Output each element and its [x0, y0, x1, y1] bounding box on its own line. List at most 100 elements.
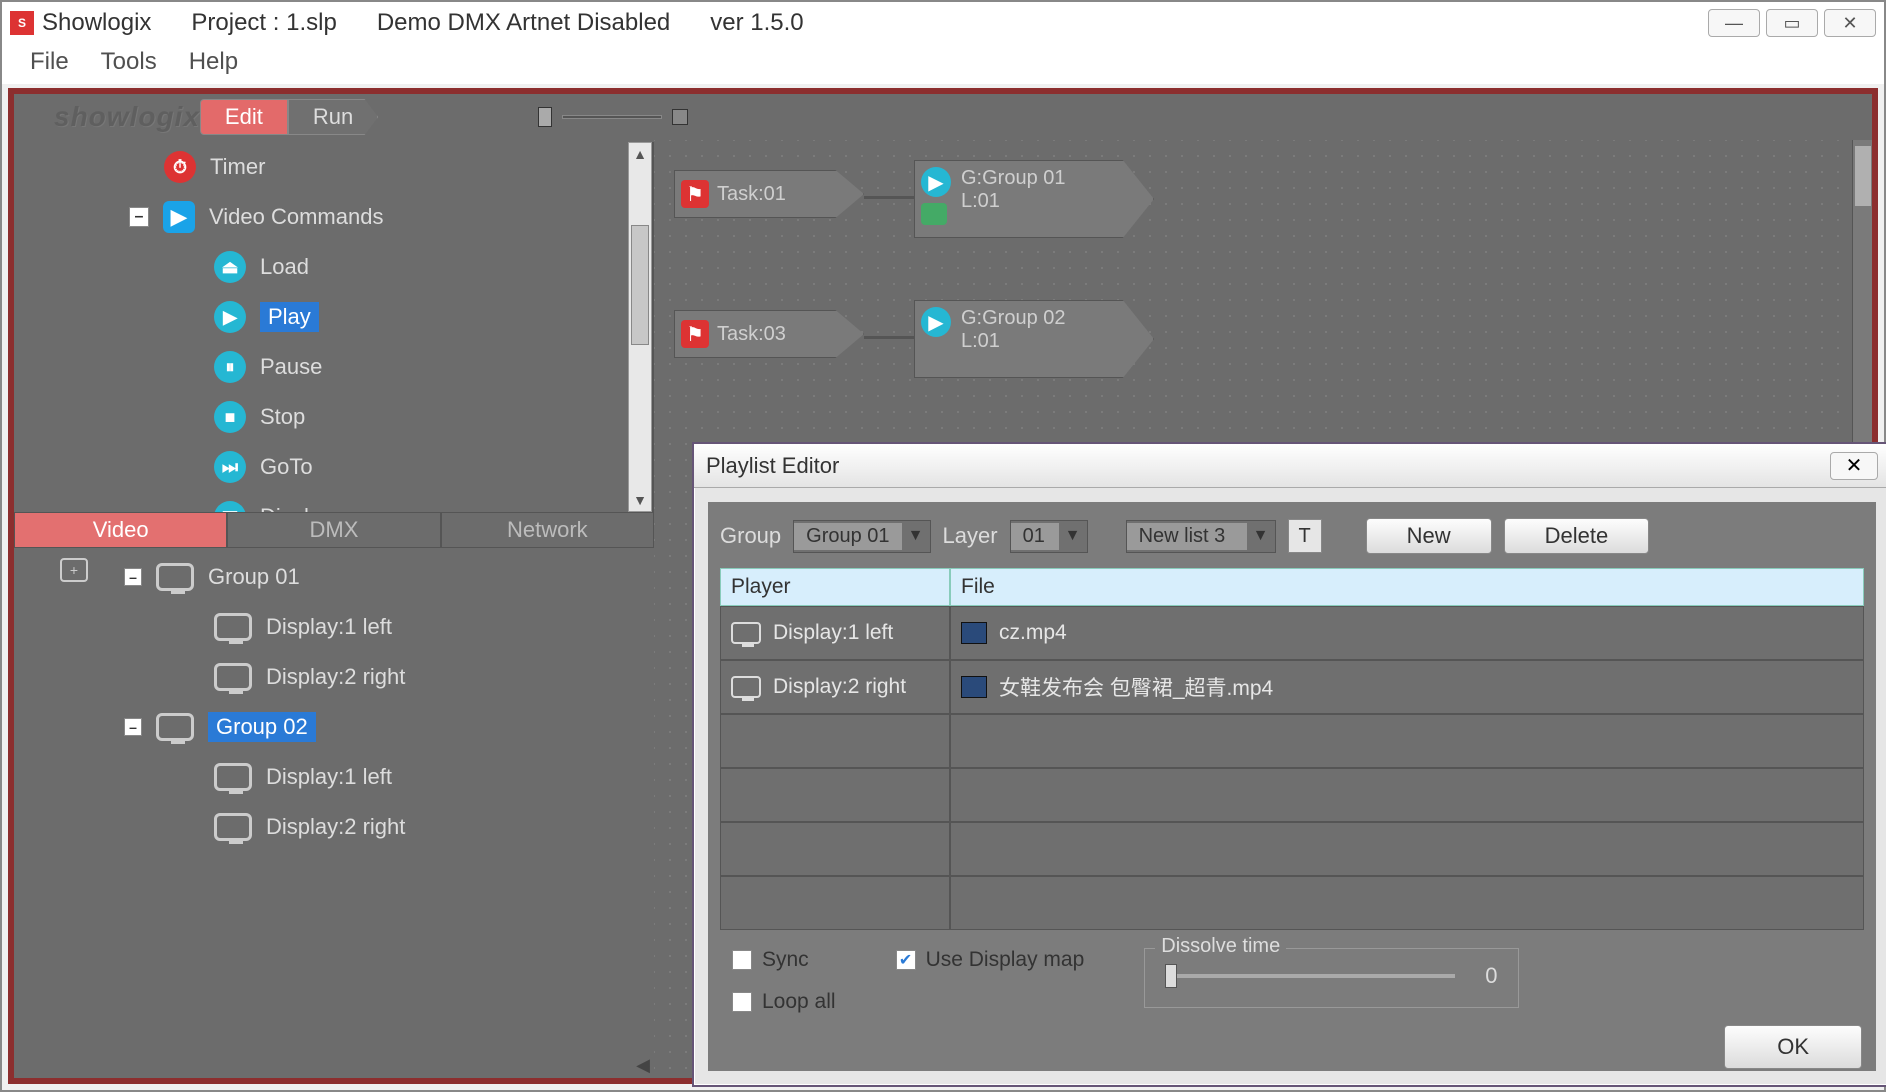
panel-collapse-icon[interactable]: ◀: [636, 1055, 650, 1076]
tab-network[interactable]: Network: [441, 512, 654, 548]
collapse-icon[interactable]: –: [124, 718, 142, 736]
scroll-down-icon[interactable]: ▼: [629, 489, 651, 511]
tree-pause-label: Pause: [260, 354, 322, 380]
tree-timer[interactable]: ⏱ Timer: [14, 142, 652, 192]
scroll-up-icon[interactable]: ▲: [629, 143, 651, 165]
table-row[interactable]: [720, 822, 1864, 876]
col-player-header[interactable]: Player: [720, 568, 950, 606]
play-icon: ▶: [214, 301, 246, 333]
group-02-display-1[interactable]: Display:1 left: [14, 752, 654, 802]
tab-dmx[interactable]: DMX: [227, 512, 440, 548]
table-row[interactable]: Display:2 right 女鞋发布会 包臀裙_超青.mp4: [720, 660, 1864, 714]
top-strip: showlogix Edit Run: [14, 94, 1872, 140]
title-project: Project : 1.slp: [191, 9, 336, 37]
group-02[interactable]: – Group 02: [14, 702, 654, 752]
tree-display-map[interactable]: ▦ Display map: [14, 492, 652, 512]
eject-icon: ⏏: [214, 251, 246, 283]
checkbox-icon: ✔: [896, 950, 916, 970]
table-row[interactable]: [720, 768, 1864, 822]
window-close-button[interactable]: ✕: [1824, 9, 1876, 37]
link: [864, 196, 914, 199]
monitor-icon: [214, 813, 252, 841]
group-01-display-1[interactable]: Display:1 left: [14, 602, 654, 652]
zoom-slider-track[interactable]: [562, 115, 662, 119]
tree-load[interactable]: ⏏ Load: [14, 242, 652, 292]
mode-tab-run[interactable]: Run: [288, 99, 378, 135]
display-label: Display:2 right: [266, 814, 405, 840]
tree-goto[interactable]: ⏭ GoTo: [14, 442, 652, 492]
group-02-label: Group 02: [208, 712, 316, 742]
table-row[interactable]: Display:1 left cz.mp4: [720, 606, 1864, 660]
scroll-thumb[interactable]: [1855, 146, 1871, 206]
titlebar: S Showlogix Project : 1.slp Demo DMX Art…: [2, 2, 1884, 44]
dialog-close-button[interactable]: ✕: [1830, 452, 1878, 480]
dialog-title: Playlist Editor: [706, 453, 839, 479]
dialog-options: Sync Loop all ✔ Use Display map Dissolve…: [720, 930, 1864, 1014]
use-display-map-label: Use Display map: [926, 948, 1085, 972]
tree-pause[interactable]: ⏸ Pause: [14, 342, 652, 392]
group-01[interactable]: – Group 01: [14, 552, 654, 602]
use-display-map-checkbox[interactable]: ✔ Use Display map: [896, 948, 1085, 972]
new-button[interactable]: New: [1366, 518, 1492, 554]
collapse-icon[interactable]: –: [124, 568, 142, 586]
collapse-icon[interactable]: –: [129, 207, 149, 227]
node-group-01[interactable]: ▶ G:Group 01 L:01: [914, 160, 1154, 238]
ok-button[interactable]: OK: [1724, 1025, 1862, 1069]
dialog-body: Group Group 01 ▼ Layer 01 ▼ New list 3 ▼…: [708, 502, 1876, 1071]
node-task-03[interactable]: ⚑ Task:03: [674, 310, 864, 358]
map-icon: ▦: [214, 501, 246, 512]
layer-label: Layer: [943, 523, 998, 549]
table-row[interactable]: [720, 714, 1864, 768]
zoom-slider-handle[interactable]: [538, 107, 552, 127]
tree-video-commands[interactable]: – ▶ Video Commands: [14, 192, 652, 242]
play-square-icon: ▶: [163, 201, 195, 233]
dialog-titlebar: Playlist Editor ✕: [694, 444, 1886, 488]
slider-thumb[interactable]: [1165, 964, 1177, 988]
display-label: Display:1 left: [266, 614, 392, 640]
group-label: Group: [720, 523, 781, 549]
group-01-display-2[interactable]: Display:2 right: [14, 652, 654, 702]
film-icon: [961, 676, 987, 698]
list-combo[interactable]: New list 3 ▼: [1126, 520, 1276, 553]
window-minimize-button[interactable]: —: [1708, 9, 1760, 37]
menu-file[interactable]: File: [30, 48, 69, 76]
file-cell: 女鞋发布会 包臀裙_超青.mp4: [999, 672, 1273, 702]
playlist-table: Player File Display:1 left cz.mp4 Displa…: [720, 568, 1864, 930]
dissolve-slider[interactable]: [1165, 974, 1455, 978]
app-window: S Showlogix Project : 1.slp Demo DMX Art…: [0, 0, 1886, 1092]
scroll-thumb[interactable]: [631, 225, 649, 345]
tree-scrollbar[interactable]: ▲ ▼: [628, 142, 652, 512]
node-label: Task:01: [717, 183, 786, 206]
tree-play[interactable]: ▶ Play: [14, 292, 652, 342]
film-icon: [961, 622, 987, 644]
menu-tools[interactable]: Tools: [101, 48, 157, 76]
zoom-stop-icon: [672, 109, 688, 125]
add-group-icon[interactable]: +: [60, 558, 88, 582]
table-row[interactable]: [720, 876, 1864, 930]
node-task-01[interactable]: ⚑ Task:01: [674, 170, 864, 218]
group-01-label: Group 01: [208, 564, 300, 590]
tree-timer-label: Timer: [210, 154, 265, 180]
loop-all-label: Loop all: [762, 990, 836, 1014]
pause-icon: ⏸: [214, 351, 246, 383]
group-02-display-2[interactable]: Display:2 right: [14, 802, 654, 852]
window-maximize-button[interactable]: ▭: [1766, 9, 1818, 37]
tree-stop-label: Stop: [260, 404, 305, 430]
layer-combo[interactable]: 01 ▼: [1010, 520, 1088, 553]
menu-help[interactable]: Help: [189, 48, 238, 76]
tree-stop[interactable]: ■ Stop: [14, 392, 652, 442]
player-cell: Display:2 right: [773, 675, 906, 699]
category-tabs: Video DMX Network: [14, 512, 654, 548]
tab-video[interactable]: Video: [14, 512, 227, 548]
delete-button[interactable]: Delete: [1504, 518, 1650, 554]
col-file-header[interactable]: File: [950, 568, 1864, 606]
group-combo[interactable]: Group 01 ▼: [793, 520, 930, 553]
playlist-toolbar: Group Group 01 ▼ Layer 01 ▼ New list 3 ▼…: [720, 518, 1864, 554]
mode-tab-edit[interactable]: Edit: [200, 99, 288, 135]
layer-combo-value: 01: [1011, 523, 1059, 550]
t-button[interactable]: T: [1288, 519, 1322, 553]
playlist-editor-dialog: Playlist Editor ✕ Group Group 01 ▼ Layer…: [692, 442, 1886, 1087]
node-group-02[interactable]: ▶ G:Group 02 L:01: [914, 300, 1154, 378]
sync-checkbox[interactable]: Sync: [732, 948, 836, 972]
loop-all-checkbox[interactable]: Loop all: [732, 990, 836, 1014]
